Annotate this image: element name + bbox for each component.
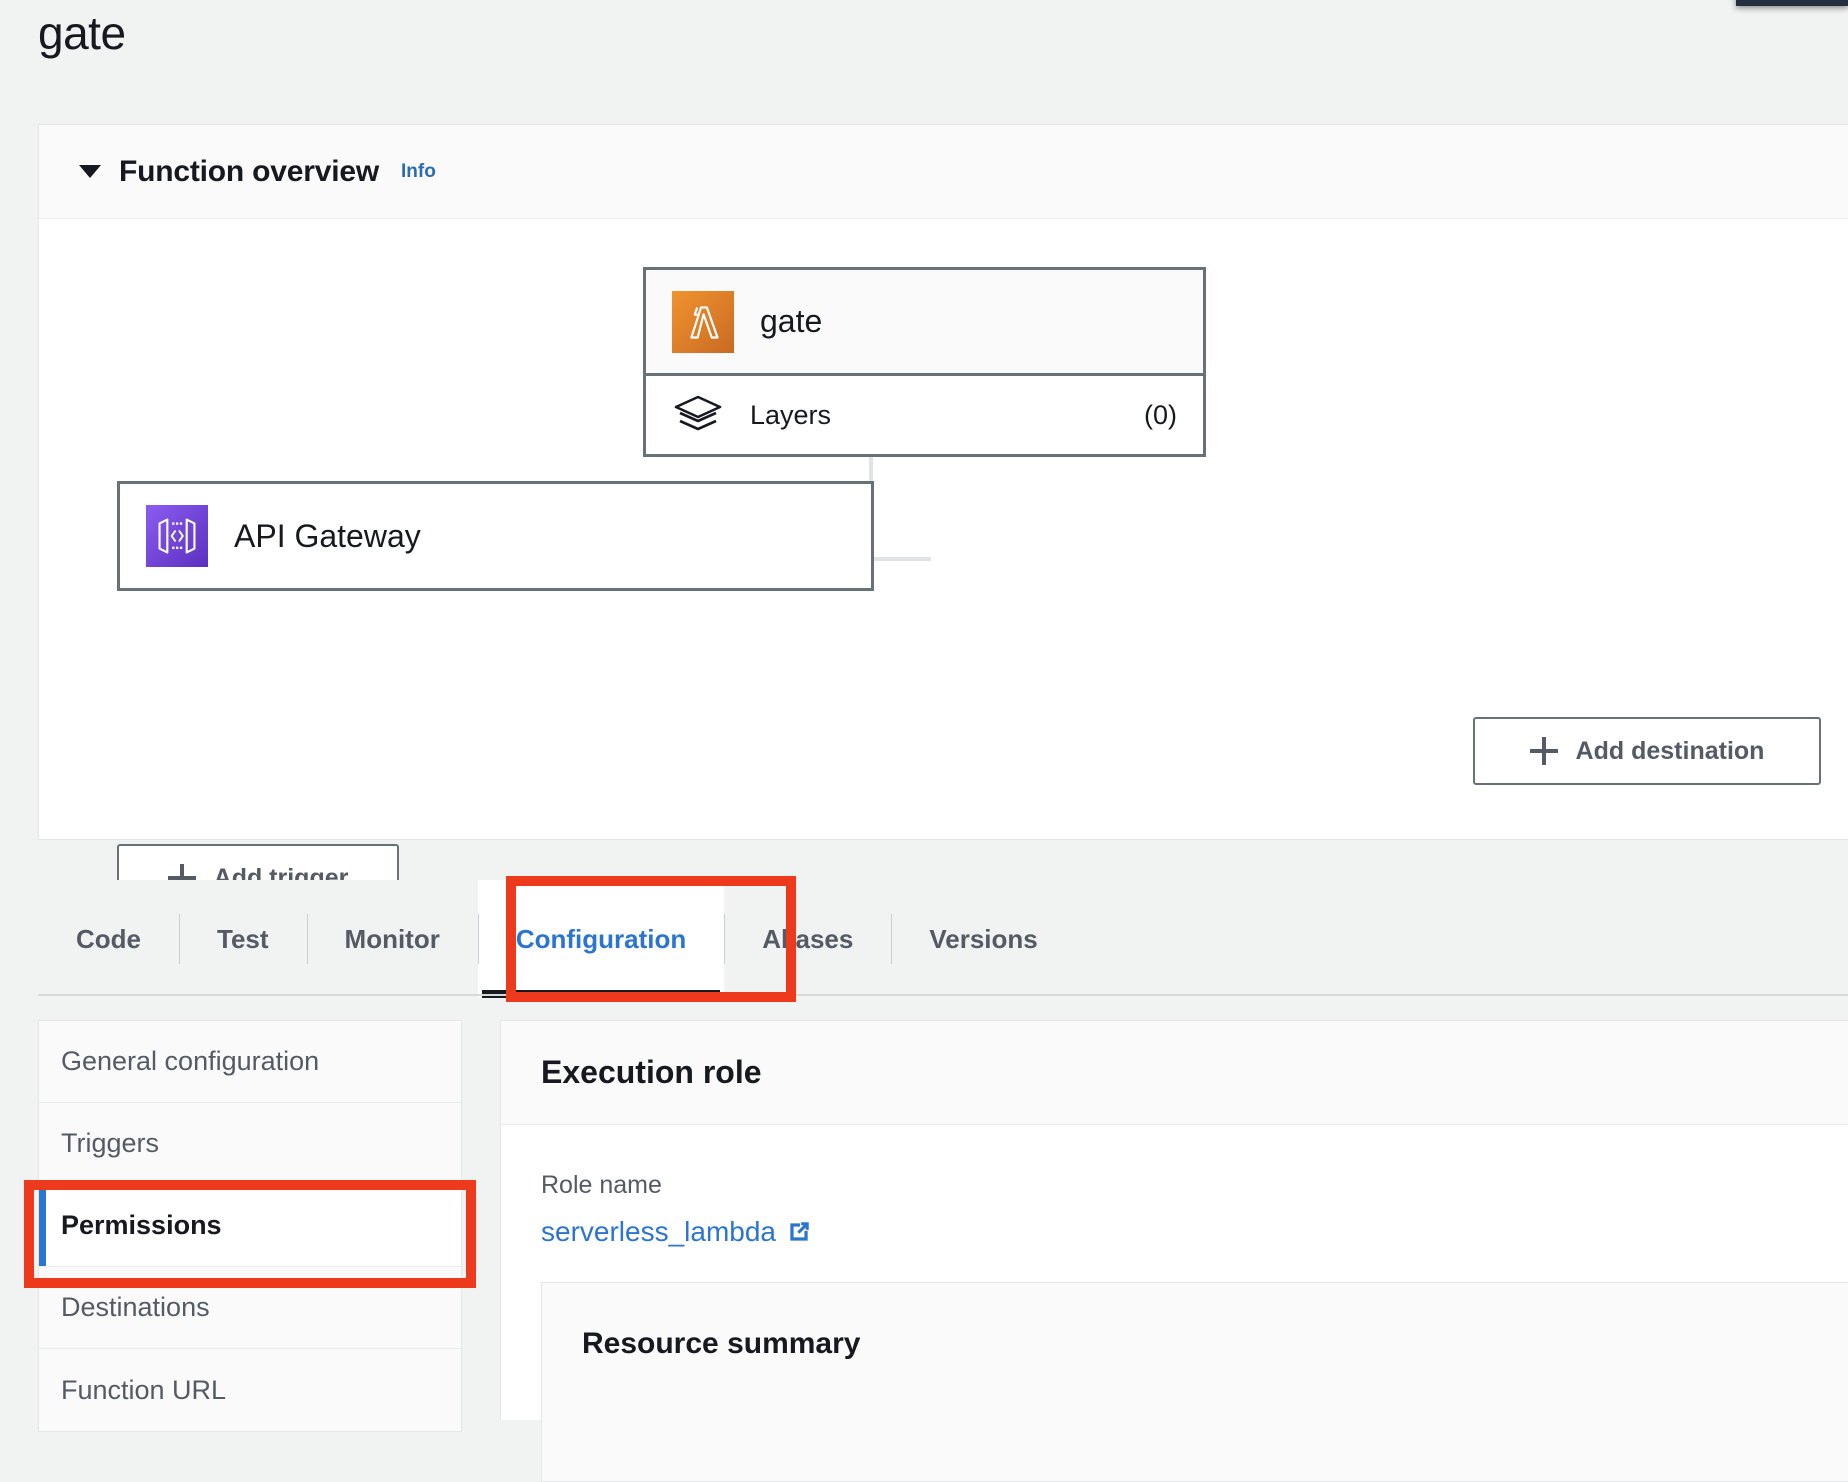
execution-role-body: Role name serverless_lambda Resource sum…	[501, 1125, 1848, 1482]
layers-count: (0)	[1144, 400, 1177, 431]
execution-role-heading: Execution role	[541, 1054, 762, 1091]
function-overview-header: Function overview Info	[39, 125, 1848, 219]
add-destination-button[interactable]: Add destination	[1473, 717, 1821, 785]
tab-configuration[interactable]: Configuration	[478, 880, 724, 998]
lambda-function-card: gate Layers (0)	[643, 267, 1206, 457]
sidebar-item-general-configuration[interactable]: General configuration	[39, 1021, 461, 1103]
resource-summary-box: Resource summary	[541, 1282, 1848, 1482]
api-gateway-icon	[146, 505, 208, 567]
role-name-label: Role name	[541, 1171, 1848, 1200]
lambda-function-header: gate	[646, 270, 1203, 376]
trigger-connector-line	[869, 451, 931, 561]
top-nav-fragment	[1736, 0, 1848, 6]
execution-role-panel: Execution role Role name serverless_lamb…	[500, 1020, 1848, 1420]
caret-down-icon[interactable]	[79, 165, 101, 178]
execution-role-header: Execution role	[501, 1021, 1848, 1125]
tab-list: CodeTestMonitorConfigurationAliasesVersi…	[38, 880, 1076, 998]
tab-monitor[interactable]: Monitor	[307, 880, 478, 998]
tab-bar-underline	[38, 994, 1848, 996]
tab-code[interactable]: Code	[38, 880, 179, 998]
external-link-icon	[786, 1219, 812, 1245]
sidebar-item-permissions[interactable]: Permissions	[39, 1185, 461, 1267]
tab-test[interactable]: Test	[179, 880, 307, 998]
role-name-link[interactable]: serverless_lambda	[541, 1216, 812, 1248]
function-overview-card: Function overview Info	[38, 124, 1848, 840]
tab-bar: CodeTestMonitorConfigurationAliasesVersi…	[0, 880, 1848, 998]
sidebar-item-triggers[interactable]: Triggers	[39, 1103, 461, 1185]
plus-icon	[1530, 737, 1558, 765]
resource-summary-heading: Resource summary	[582, 1327, 1848, 1361]
function-overview-title: Function overview	[119, 155, 379, 189]
trigger-card-api-gateway[interactable]: API Gateway	[117, 481, 874, 591]
layers-row[interactable]: Layers (0)	[646, 376, 1203, 454]
sidebar-item-function-url[interactable]: Function URL	[39, 1349, 461, 1431]
layers-label: Layers	[750, 400, 831, 431]
layers-stack-icon	[672, 393, 724, 437]
trigger-name: API Gateway	[234, 518, 421, 555]
lambda-icon	[672, 291, 734, 353]
tab-aliases[interactable]: Aliases	[724, 880, 891, 998]
function-overview-diagram: gate Layers (0)	[39, 219, 1848, 839]
page-title: gate	[38, 6, 126, 61]
configuration-pane: General configurationTriggersPermissions…	[0, 1000, 1848, 1420]
tab-versions[interactable]: Versions	[891, 880, 1075, 998]
lambda-function-name: gate	[760, 303, 822, 340]
configuration-side-nav: General configurationTriggersPermissions…	[38, 1020, 462, 1432]
sidebar-item-destinations[interactable]: Destinations	[39, 1267, 461, 1349]
role-name-value: serverless_lambda	[541, 1216, 776, 1248]
add-destination-label: Add destination	[1576, 737, 1765, 766]
info-link[interactable]: Info	[401, 161, 436, 183]
